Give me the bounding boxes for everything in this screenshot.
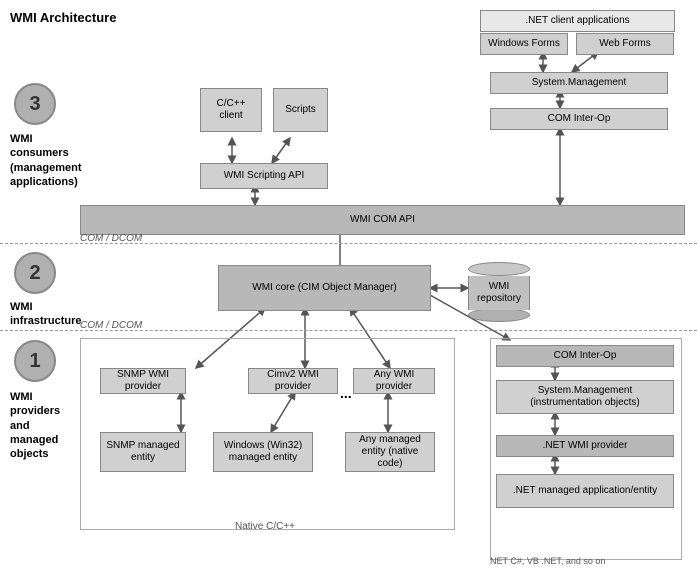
layer1-circle: 1 — [14, 340, 56, 382]
layer2-circle: 2 — [14, 252, 56, 294]
cimv2-provider-box: Cimv2 WMI provider — [248, 368, 338, 394]
windows-entity-box: Windows (Win32) managed entity — [213, 432, 313, 472]
any-entity-box: Any managed entity (native code) — [345, 432, 435, 472]
layer3-label: WMI consumers(managementapplications) — [10, 132, 75, 189]
divider-top-label: COM / DCOM — [80, 233, 142, 244]
wmi-repository: WMI repository — [468, 262, 530, 322]
cc-client-box: C/C++ client — [200, 88, 262, 132]
snmp-provider-box: SNMP WMI provider — [100, 368, 186, 394]
com-interop-top-box: COM Inter-Op — [490, 108, 668, 130]
dotnet-wmi-provider-box: .NET WMI provider — [496, 435, 674, 457]
divider-bottom-label: COM / DCOM — [80, 320, 142, 331]
ellipsis: ... — [340, 385, 352, 401]
dotnet-client-box: .NET client applications — [480, 10, 675, 32]
layer2-label: WMI infrastructure — [10, 300, 75, 329]
system-mgmt-top-box: System.Management — [490, 72, 668, 94]
wmi-com-api-box: WMI COM API — [80, 205, 685, 235]
layer1-label: WMI providersand managedobjects — [10, 390, 75, 461]
wmi-core-box: WMI core (CIM Object Manager) — [218, 265, 431, 311]
diagram-title: WMI Architecture — [10, 10, 116, 25]
wmi-scripting-api-box: WMI Scripting API — [200, 163, 328, 189]
diagram-container: WMI Architecture — [0, 0, 697, 583]
layer3-circle: 3 — [14, 83, 56, 125]
native-cc-label: Native C/C++ — [175, 521, 355, 532]
scripts-box: Scripts — [273, 88, 328, 132]
dotnet-managed-box: .NET managed application/entity — [496, 474, 674, 508]
system-mgmt-right-box: System.Management (instrumentation objec… — [496, 380, 674, 414]
snmp-entity-box: SNMP managed entity — [100, 432, 186, 472]
com-interop-right-box: COM Inter-Op — [496, 345, 674, 367]
any-provider-box: Any WMI provider — [353, 368, 435, 394]
dotnet-note: NET C#, VB .NET, and so on — [490, 556, 605, 566]
web-forms-box: Web Forms — [576, 33, 674, 55]
windows-forms-box: Windows Forms — [480, 33, 568, 55]
